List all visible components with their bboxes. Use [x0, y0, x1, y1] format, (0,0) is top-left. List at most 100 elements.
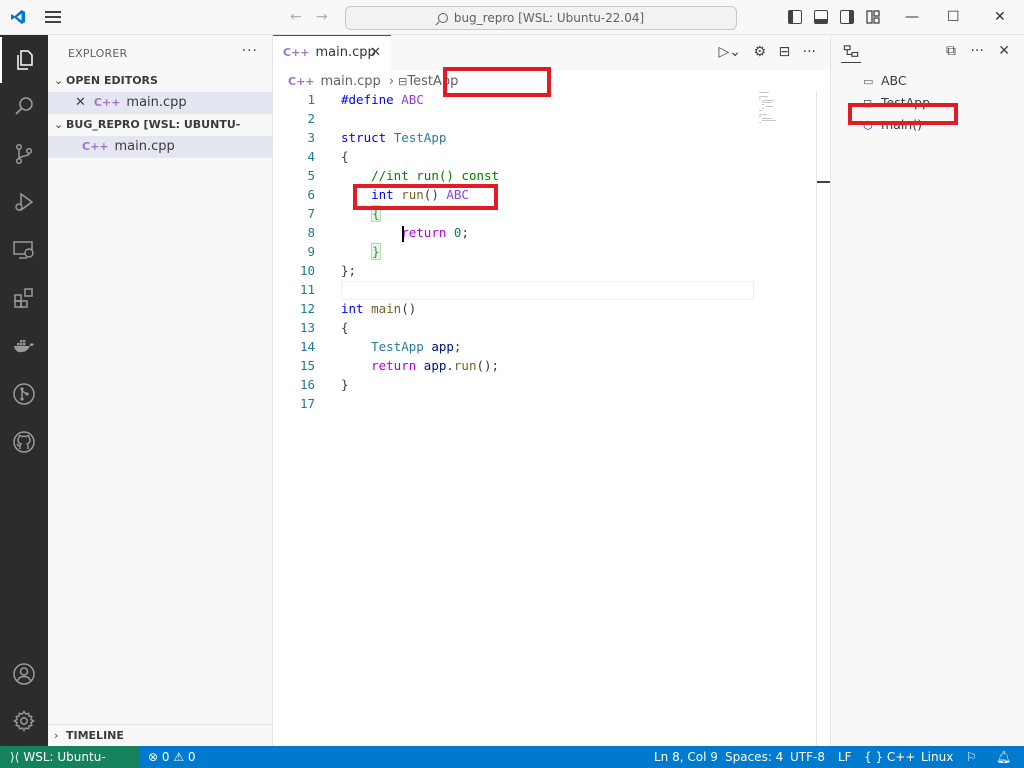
close-tab-icon[interactable]: ✕: [370, 36, 381, 70]
docker-activity[interactable]: [0, 323, 48, 369]
search-activity[interactable]: [0, 83, 48, 129]
code-line: };: [341, 263, 357, 278]
line-number: 2: [307, 111, 315, 126]
open-editors-label: OPEN EDITORS: [66, 74, 158, 87]
github-icon: [13, 431, 35, 453]
chevron-right-icon: ›: [54, 729, 59, 742]
back-arrow-icon[interactable]: ←: [290, 9, 302, 25]
docker-icon: [14, 340, 34, 353]
code-line: }: [341, 377, 349, 392]
chevron-down-icon: ⌄: [54, 118, 64, 131]
eol-status[interactable]: LF: [838, 746, 852, 768]
open-editor-item[interactable]: ✕ C++ main.cpp: [48, 92, 272, 114]
cpp-file-icon: C++: [82, 140, 109, 153]
git-graph-activity[interactable]: [0, 371, 48, 417]
line-number: 14: [299, 339, 315, 354]
explorer-title: EXPLORER: [68, 47, 128, 60]
close-window-button[interactable]: ✕: [994, 9, 1006, 25]
notifications-bell-icon[interactable]: 🔔︎: [996, 746, 1011, 768]
workspace-folder-section[interactable]: ⌄BUG_REPRO [WSL: UBUNTU-22.04]: [48, 114, 273, 153]
tab-label: main.cpp: [315, 45, 376, 60]
struct-icon: ⊟: [398, 75, 408, 88]
line-number: 3: [307, 130, 315, 145]
extensions-activity[interactable]: [0, 275, 48, 321]
breadcrumb: C++ main.cpp › ⊟TestApp: [288, 73, 458, 91]
files-icon: [17, 50, 33, 70]
collapse-all-icon[interactable]: ⧉: [946, 43, 956, 59]
language-mode-status[interactable]: { } C++: [864, 746, 915, 768]
github-activity[interactable]: [0, 419, 48, 465]
search-icon: [437, 13, 448, 23]
minimize-button[interactable]: —: [905, 9, 919, 25]
more-actions-icon[interactable]: ···: [970, 43, 983, 59]
accounts-activity[interactable]: [0, 651, 48, 697]
close-editor-icon[interactable]: ✕: [75, 95, 86, 110]
breadcrumb-file[interactable]: main.cpp: [321, 74, 381, 89]
problems-status[interactable]: ⊗ 0 ⚠ 0: [148, 746, 196, 768]
line-number: 9: [307, 244, 315, 259]
search-icon: [15, 97, 33, 115]
highlight-box-run-declaration: [353, 184, 498, 210]
timeline-label: TIMELINE: [66, 729, 124, 742]
outline-view-icon[interactable]: [841, 43, 861, 63]
tab-main-cpp[interactable]: C++ main.cpp ✕: [273, 35, 391, 70]
outline-actions: ⧉ ··· ✕: [946, 43, 1010, 59]
encoding-status[interactable]: UTF-8: [790, 746, 825, 768]
git-graph-icon: [13, 383, 35, 405]
highlight-box-breadcrumb: [443, 67, 551, 97]
code-line: {: [341, 320, 349, 335]
forward-arrow-icon[interactable]: →: [316, 9, 328, 25]
menu-icon[interactable]: [45, 11, 61, 23]
account-icon: [13, 663, 35, 685]
code-line: return 0;: [401, 225, 469, 240]
line-number: 11: [299, 282, 315, 297]
current-line-highlight: [341, 281, 754, 300]
source-control-activity[interactable]: [0, 131, 48, 177]
line-number: 4: [307, 149, 315, 164]
file-tree-item[interactable]: C++ main.cpp: [48, 136, 272, 158]
text-cursor: [402, 226, 404, 242]
timeline-header[interactable]: › TIMELINE: [48, 725, 273, 747]
vscode-logo-icon: [11, 10, 25, 24]
indentation-status[interactable]: Spaces: 4: [725, 746, 783, 768]
toggle-secondary-sidebar-icon[interactable]: [840, 10, 854, 24]
explorer-activity[interactable]: [0, 37, 48, 83]
minimap[interactable]: [757, 91, 787, 131]
close-panel-icon[interactable]: ✕: [998, 43, 1010, 59]
os-status[interactable]: Linux: [921, 746, 953, 768]
scrollbar-cursor-marker: [817, 181, 831, 183]
outline-item-abc[interactable]: ▭ ABC: [863, 70, 907, 92]
run-icon[interactable]: ▷⌄: [718, 44, 741, 60]
code-line: return app.run();: [371, 358, 500, 373]
more-actions-icon[interactable]: ···: [803, 44, 816, 60]
cpp-file-icon: C++: [93, 96, 121, 109]
code-line: {: [341, 149, 349, 164]
customize-layout-icon[interactable]: [866, 10, 880, 24]
remote-label: WSL: Ubuntu-22.04: [23, 750, 106, 764]
feedback-icon[interactable]: ⚐: [966, 746, 977, 768]
source-control-icon: [15, 143, 33, 165]
split-editor-icon[interactable]: ⊟: [778, 44, 790, 60]
vertical-scrollbar[interactable]: [816, 91, 830, 746]
toggle-panel-icon[interactable]: [814, 10, 828, 24]
file-tree-filename: main.cpp: [114, 139, 175, 154]
line-number: 6: [307, 187, 315, 202]
maximize-button[interactable]: ☐: [947, 9, 960, 25]
manage-activity[interactable]: [0, 698, 48, 744]
run-debug-activity[interactable]: [0, 179, 48, 225]
timeline-section[interactable]: › TIMELINE: [48, 724, 273, 746]
cursor-position-status[interactable]: Ln 8, Col 9: [654, 746, 718, 768]
open-editor-filename: main.cpp: [126, 95, 187, 110]
open-editors-section[interactable]: ⌄ OPEN EDITORS: [48, 70, 273, 92]
remote-explorer-activity[interactable]: [0, 227, 48, 273]
settings-gear-icon: [13, 710, 35, 732]
remote-icon: ⟩⟨: [10, 750, 20, 764]
command-center-search[interactable]: bug_repro [WSL: Ubuntu-22.04]: [345, 6, 737, 30]
toggle-primary-sidebar-icon[interactable]: [788, 10, 802, 24]
explorer-more-actions-icon[interactable]: ···: [242, 43, 258, 59]
highlight-box-outline-testapp: [848, 103, 958, 125]
constant-icon: ▭: [863, 75, 874, 88]
line-number: 17: [299, 396, 315, 411]
remote-indicator[interactable]: ⟩⟨WSL: Ubuntu-22.04: [0, 746, 139, 768]
gear-icon[interactable]: ⚙: [753, 44, 766, 60]
